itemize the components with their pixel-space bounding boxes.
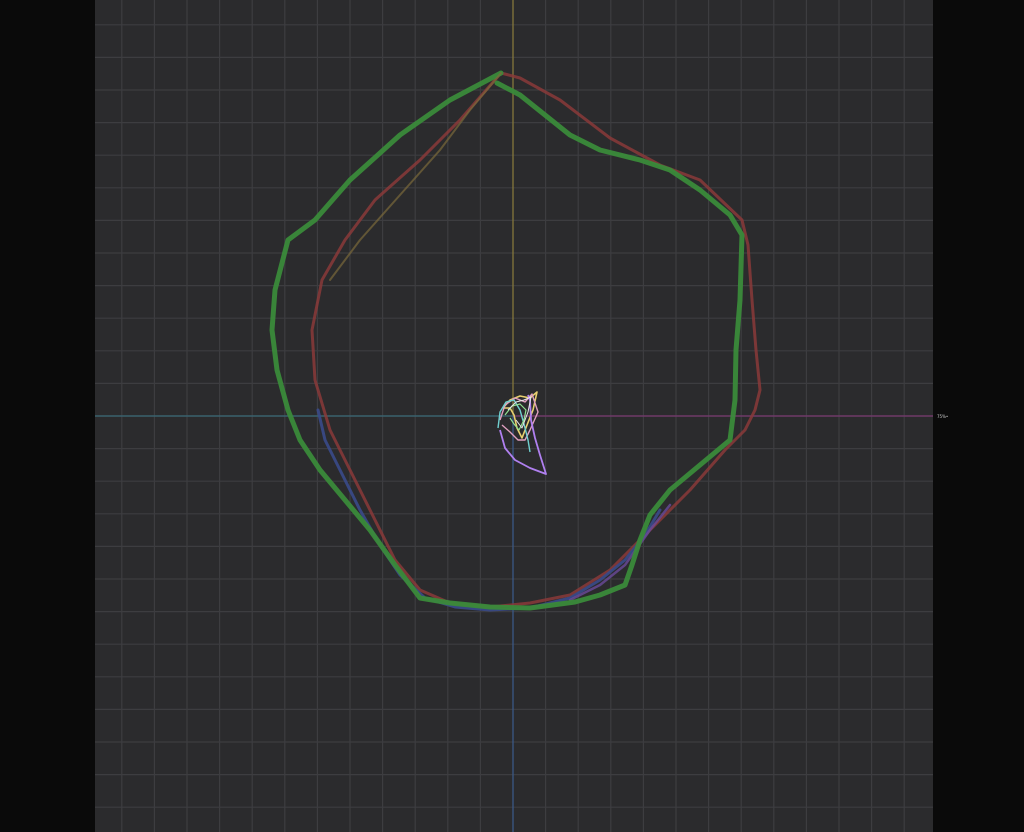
vectorscope-viewport: 75%• bbox=[0, 0, 1024, 832]
center-signal-cluster bbox=[497, 391, 547, 475]
hull-trace-green bbox=[269, 70, 745, 611]
vectorscope-plot: 75%• bbox=[95, 0, 948, 832]
outer-hull-traces bbox=[269, 70, 762, 612]
right-axis-label: 75%• bbox=[937, 414, 948, 419]
